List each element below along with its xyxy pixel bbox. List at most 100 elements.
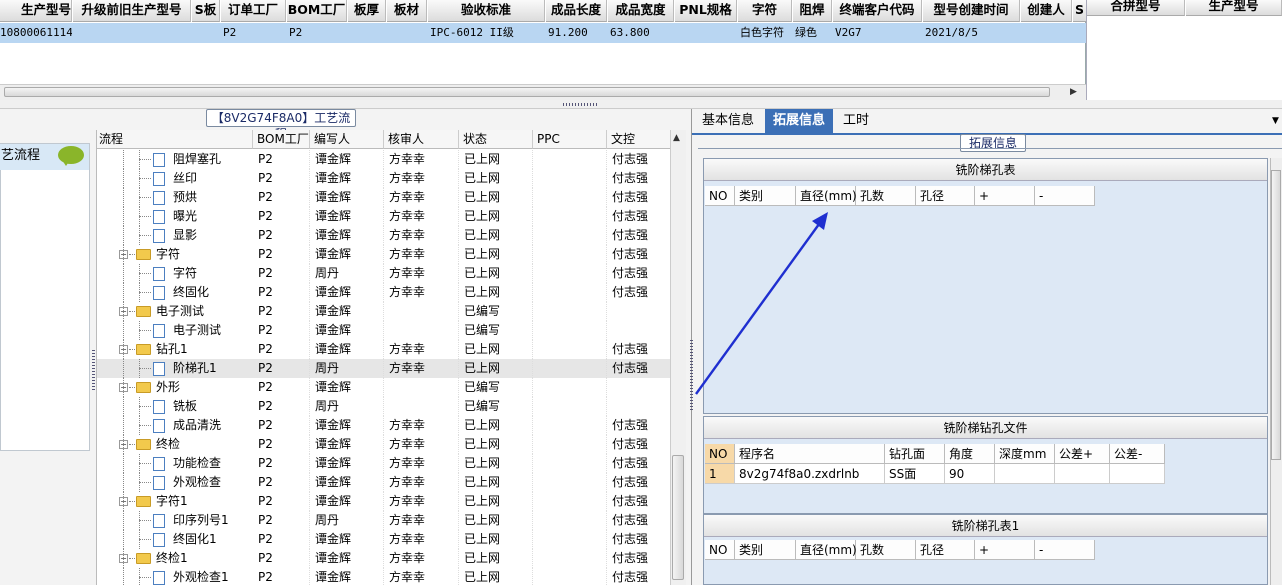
col-standard-cell[interactable]: IPC-6012 II级 — [428, 23, 545, 43]
col-created-cell[interactable]: 2021/8/5 — [923, 23, 1020, 43]
tree-node-label[interactable]: 显影 — [173, 226, 197, 245]
col-char-cell[interactable]: 白色字符 — [738, 23, 792, 43]
col-s-board-header[interactable]: S板 — [192, 0, 220, 22]
drill-file-cell[interactable]: SS面 — [885, 464, 945, 484]
tree-cell-writer[interactable]: 谭金辉 — [315, 302, 384, 321]
tree-cell-doc-control[interactable]: 付志强 — [612, 188, 670, 207]
col-width-header[interactable]: 成品宽度 — [608, 0, 674, 22]
tree-cell-reviewer[interactable] — [389, 378, 459, 397]
tree-cell-bom-factory[interactable]: P2 — [258, 416, 310, 435]
col-bom-factory-cell[interactable]: P2 — [287, 23, 347, 43]
tree-cell-reviewer[interactable]: 方幸幸 — [389, 511, 459, 530]
tree-row[interactable]: 终固化 P2 谭金辉 方幸幸 已上网 付志强 — [97, 283, 670, 302]
tree-row[interactable]: − 电子测试 P2 谭金辉 已编写 — [97, 302, 670, 321]
tree-cell-reviewer[interactable]: 方幸幸 — [389, 549, 459, 568]
tree-cell-writer[interactable]: 周丹 — [315, 511, 384, 530]
tree-cell-writer[interactable]: 谭金辉 — [315, 188, 384, 207]
tree-node-label[interactable]: 终固化1 — [173, 530, 217, 549]
tree-node-label[interactable]: 铣板 — [173, 397, 197, 416]
tree-node-label[interactable]: 终检1 — [156, 549, 188, 568]
tree-scroll-thumb[interactable] — [672, 455, 684, 580]
tree-cell-doc-control[interactable] — [612, 321, 670, 340]
tree-cell-writer[interactable]: 周丹 — [315, 359, 384, 378]
tree-cell-reviewer[interactable]: 方幸幸 — [389, 188, 459, 207]
tree-cell-bom-factory[interactable]: P2 — [258, 378, 310, 397]
tree-cell-doc-control[interactable]: 付志强 — [612, 340, 670, 359]
col-material-cell[interactable] — [387, 23, 427, 43]
tree-cell-bom-factory[interactable]: P2 — [258, 169, 310, 188]
drill-file-col-header[interactable]: 程序名 — [735, 444, 885, 464]
drill-file-cell[interactable] — [1055, 464, 1110, 484]
ladder-hole1-col-header[interactable]: 孔数 — [856, 540, 916, 560]
ladder-hole1-col-header[interactable]: + — [975, 540, 1035, 560]
tree-cell-status[interactable]: 已上网 — [464, 435, 533, 454]
tree-cell-status[interactable]: 已上网 — [464, 283, 533, 302]
tree-col-ppc[interactable]: PPC — [533, 130, 607, 149]
tree-row[interactable]: 阻焊塞孔 P2 谭金辉 方幸幸 已上网 付志强 — [97, 150, 670, 169]
drill-file-col-header[interactable]: 公差+ — [1055, 444, 1110, 464]
tree-cell-writer[interactable]: 谭金辉 — [315, 283, 384, 302]
tree-node-label[interactable]: 印序列号1 — [173, 511, 229, 530]
tree-cell-reviewer[interactable]: 方幸幸 — [389, 207, 459, 226]
drill-file-cell[interactable] — [995, 464, 1055, 484]
tree-cell-ppc[interactable] — [538, 283, 607, 302]
tree-cell-bom-factory[interactable]: P2 — [258, 264, 310, 283]
tab-extended-info[interactable]: 拓展信息 — [765, 109, 834, 133]
col-width-cell[interactable]: 63.800 — [608, 23, 674, 43]
tree-cell-ppc[interactable] — [538, 454, 607, 473]
tree-cell-status[interactable]: 已上网 — [464, 568, 533, 585]
col-old-model-cell[interactable] — [73, 23, 191, 43]
tree-col-status[interactable]: 状态 — [459, 130, 533, 149]
tree-cell-reviewer[interactable]: 方幸幸 — [389, 454, 459, 473]
tree-node-label[interactable]: 电子测试 — [156, 302, 204, 321]
tree-cell-bom-factory[interactable]: P2 — [258, 492, 310, 511]
col-model-header[interactable]: 生产型号 — [0, 0, 72, 22]
tree-cell-reviewer[interactable]: 方幸幸 — [389, 473, 459, 492]
tree-cell-doc-control[interactable]: 付志强 — [612, 435, 670, 454]
tree-cell-writer[interactable]: 谭金辉 — [315, 454, 384, 473]
tree-cell-bom-factory[interactable]: P2 — [258, 549, 310, 568]
tree-node-label[interactable]: 外观检查 — [173, 473, 221, 492]
tree-cell-writer[interactable]: 谭金辉 — [315, 226, 384, 245]
tab-work-hours[interactable]: 工时 — [835, 109, 877, 133]
scroll-up-icon[interactable]: ▲ — [673, 133, 680, 143]
col-production-model-header[interactable]: 生产型号 — [1186, 0, 1282, 16]
tree-col-bom-factory[interactable]: BOM工厂 — [253, 130, 310, 149]
tree-row[interactable]: − 字符1 P2 谭金辉 方幸幸 已上网 付志强 — [97, 492, 670, 511]
tree-cell-bom-factory[interactable]: P2 — [258, 283, 310, 302]
tree-cell-writer[interactable]: 谭金辉 — [315, 568, 384, 585]
col-customer-cell[interactable]: V2G7 — [833, 23, 922, 43]
tree-cell-status[interactable]: 已上网 — [464, 359, 533, 378]
tree-cell-bom-factory[interactable]: P2 — [258, 226, 310, 245]
tree-cell-reviewer[interactable]: 方幸幸 — [389, 264, 459, 283]
tree-cell-doc-control[interactable]: 付志强 — [612, 568, 670, 585]
col-created-header[interactable]: 型号创建时间 — [923, 0, 1020, 22]
tree-node-label[interactable]: 丝印 — [173, 169, 197, 188]
tree-cell-writer[interactable]: 谭金辉 — [315, 492, 384, 511]
tree-row[interactable]: 曝光 P2 谭金辉 方幸幸 已上网 付志强 — [97, 207, 670, 226]
tab-basic-info[interactable]: 基本信息 — [694, 109, 762, 133]
tree-cell-doc-control[interactable]: 付志强 — [612, 169, 670, 188]
tree-cell-doc-control[interactable]: 付志强 — [612, 549, 670, 568]
tree-cell-doc-control[interactable]: 付志强 — [612, 473, 670, 492]
tree-node-label[interactable]: 成品清洗 — [173, 416, 221, 435]
tree-cell-ppc[interactable] — [538, 264, 607, 283]
tree-cell-reviewer[interactable]: 方幸幸 — [389, 416, 459, 435]
drill-file-col-header[interactable]: 钻孔面 — [885, 444, 945, 464]
ladder-hole-col-header[interactable]: + — [975, 186, 1035, 206]
tree-cell-bom-factory[interactable]: P2 — [258, 207, 310, 226]
tree-cell-writer[interactable]: 周丹 — [315, 397, 384, 416]
tree-cell-bom-factory[interactable]: P2 — [258, 511, 310, 530]
tree-cell-ppc[interactable] — [538, 435, 607, 454]
tree-row[interactable]: − 外形 P2 谭金辉 已编写 — [97, 378, 670, 397]
tree-cell-status[interactable]: 已上网 — [464, 454, 533, 473]
col-order-factory-cell[interactable]: P2 — [221, 23, 286, 43]
tree-cell-reviewer[interactable]: 方幸幸 — [389, 359, 459, 378]
tree-cell-ppc[interactable] — [538, 245, 607, 264]
tree-cell-writer[interactable]: 谭金辉 — [315, 340, 384, 359]
col-bom-factory-header[interactable]: BOM工厂 — [287, 0, 347, 22]
tree-node-label[interactable]: 阻焊塞孔 — [173, 150, 221, 169]
splitter-grip[interactable] — [563, 103, 599, 106]
tree-cell-bom-factory[interactable]: P2 — [258, 188, 310, 207]
tab-menu-icon[interactable]: ▼ — [1272, 116, 1279, 126]
